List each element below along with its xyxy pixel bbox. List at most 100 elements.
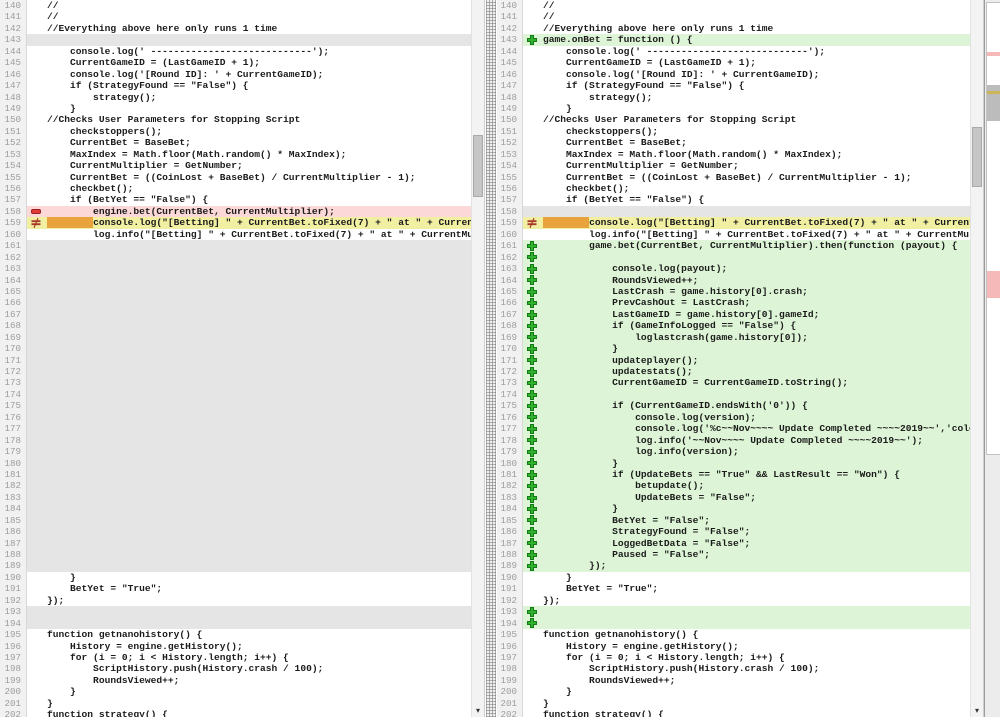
left-code-line-184[interactable]: 184 [0,503,471,514]
left-code-line-198[interactable]: 198 ScriptHistory.push(History.crash / 1… [0,663,471,674]
right-scrollbar-thumb[interactable] [972,127,982,187]
right-code-line-175[interactable]: 175 if (CurrentGameID.endsWith('0')) { [497,400,970,411]
right-code-line-162[interactable]: 162 [497,252,970,263]
location-overview-panel[interactable] [986,2,1000,455]
right-code-line-189[interactable]: 189 }); [497,560,970,571]
left-code-line-175[interactable]: 175 [0,400,471,411]
left-code-line-172[interactable]: 172 [0,366,471,377]
location-overview-pane[interactable] [984,0,1000,717]
left-vertical-scrollbar[interactable]: ▾ [471,0,485,717]
right-code-line-155[interactable]: 155 CurrentBet = ((CoinLost + BaseBet) /… [497,172,970,183]
left-code-line-155[interactable]: 155 CurrentBet = ((CoinLost + BaseBet) /… [0,172,471,183]
right-code-line-179[interactable]: 179 log.info(version); [497,446,970,457]
right-code-line-160[interactable]: 160 log.info("[Betting] " + CurrentBet.t… [497,229,970,240]
left-code-line-147[interactable]: 147 if (StrategyFound == "False") { [0,80,471,91]
left-code-line-167[interactable]: 167 [0,309,471,320]
left-code-line-143[interactable]: 143 [0,34,471,45]
left-code-line-189[interactable]: 189 [0,560,471,571]
left-code-line-152[interactable]: 152 CurrentBet = BaseBet; [0,137,471,148]
left-code-line-200[interactable]: 200 } [0,686,471,697]
left-code-line-196[interactable]: 196 History = engine.getHistory(); [0,641,471,652]
left-code-line-163[interactable]: 163 [0,263,471,274]
right-code-line-159[interactable]: 159 console.log("[Betting] " + CurrentBe… [497,217,970,228]
right-code-line-145[interactable]: 145 CurrentGameID = (LastGameID + 1); [497,57,970,68]
changed-line-mark[interactable] [987,91,1000,94]
left-code-line-149[interactable]: 149 } [0,103,471,114]
left-code-line-142[interactable]: 142//Everything above here only runs 1 t… [0,23,471,34]
right-code-line-167[interactable]: 167 LastGameID = game.history[0].gameId; [497,309,970,320]
right-code-line-150[interactable]: 150//Checks User Parameters for Stopping… [497,114,970,125]
right-code-line-184[interactable]: 184 } [497,503,970,514]
left-code-line-141[interactable]: 141// [0,11,471,22]
left-code-line-199[interactable]: 199 RoundsViewed++; [0,675,471,686]
right-code-line-177[interactable]: 177 console.log('%c~~Nov~~~~ Update Comp… [497,423,970,434]
left-code-line-140[interactable]: 140// [0,0,471,11]
right-code-line-151[interactable]: 151 checkstoppers(); [497,126,970,137]
left-code-line-202[interactable]: 202function strategy() { [0,709,471,717]
right-code-line-191[interactable]: 191 BetYet = "True"; [497,583,970,594]
right-code-line-170[interactable]: 170 } [497,343,970,354]
left-code-line-165[interactable]: 165 [0,286,471,297]
right-code-line-148[interactable]: 148 strategy(); [497,92,970,103]
left-code-line-191[interactable]: 191 BetYet = "True"; [0,583,471,594]
left-code-line-146[interactable]: 146 console.log('[Round ID]: ' + Current… [0,69,471,80]
left-code-line-159[interactable]: 159 console.log("[Betting] " + CurrentBe… [0,217,471,228]
right-code-line-168[interactable]: 168 if (GameInfoLogged == "False") { [497,320,970,331]
right-code-line-182[interactable]: 182 betupdate(); [497,480,970,491]
right-vertical-scrollbar[interactable]: ▾ [970,0,984,717]
left-code-line-180[interactable]: 180 [0,458,471,469]
left-code-line-177[interactable]: 177 [0,423,471,434]
right-code-line-164[interactable]: 164 RoundsViewed++; [497,275,970,286]
right-code-line-185[interactable]: 185 BetYet = "False"; [497,515,970,526]
left-code-line-188[interactable]: 188 [0,549,471,560]
right-code-line-142[interactable]: 142//Everything above here only runs 1 t… [497,23,970,34]
right-code-line-149[interactable]: 149 } [497,103,970,114]
right-scrollbar-down-arrow[interactable]: ▾ [971,704,983,717]
left-code-line-195[interactable]: 195function getnanohistory() { [0,629,471,640]
right-code-line-147[interactable]: 147 if (StrategyFound == "False") { [497,80,970,91]
right-code-line-194[interactable]: 194 [497,618,970,629]
left-code-line-154[interactable]: 154 CurrentMultiplier = GetNumber; [0,160,471,171]
left-code-line-201[interactable]: 201} [0,698,471,709]
left-code-line-193[interactable]: 193 [0,606,471,617]
left-code-line-192[interactable]: 192}); [0,595,471,606]
right-code-line-201[interactable]: 201} [497,698,970,709]
left-code-line-162[interactable]: 162 [0,252,471,263]
right-code-line-180[interactable]: 180 } [497,458,970,469]
right-code-line-178[interactable]: 178 log.info('~~Nov~~~~ Update Completed… [497,435,970,446]
right-code-line-181[interactable]: 181 if (UpdateBets == "True" && LastResu… [497,469,970,480]
left-code-line-164[interactable]: 164 [0,275,471,286]
left-scrollbar-thumb[interactable] [473,135,483,197]
right-code-line-141[interactable]: 141// [497,11,970,22]
right-code-line-193[interactable]: 193 [497,606,970,617]
right-code-line-157[interactable]: 157 if (BetYet == "False") { [497,194,970,205]
right-code-line-154[interactable]: 154 CurrentMultiplier = GetNumber; [497,160,970,171]
left-code-line-185[interactable]: 185 [0,515,471,526]
right-code-line-153[interactable]: 153 MaxIndex = Math.floor(Math.random() … [497,149,970,160]
left-code-line-166[interactable]: 166 [0,297,471,308]
left-code-line-158[interactable]: 158 engine.bet(CurrentBet, CurrentMultip… [0,206,471,217]
right-code-line-172[interactable]: 172 updatestats(); [497,366,970,377]
right-code-line-199[interactable]: 199 RoundsViewed++; [497,675,970,686]
left-code-line-170[interactable]: 170 [0,343,471,354]
difference-mark[interactable] [987,271,1000,298]
left-code-line-176[interactable]: 176 [0,412,471,423]
right-code-line-144[interactable]: 144 console.log(' ----------------------… [497,46,970,57]
left-code-line-197[interactable]: 197 for (i = 0; i < History.length; i++)… [0,652,471,663]
right-code-line-156[interactable]: 156 checkbet(); [497,183,970,194]
right-code-line-196[interactable]: 196 History = engine.getHistory(); [497,641,970,652]
left-code-line-179[interactable]: 179 [0,446,471,457]
removed-line-mark[interactable] [987,52,1000,56]
right-code-line-188[interactable]: 188 Paused = "False"; [497,549,970,560]
left-code-line-148[interactable]: 148 strategy(); [0,92,471,103]
right-code-line-166[interactable]: 166 PrevCashOut = LastCrash; [497,297,970,308]
right-code-line-146[interactable]: 146 console.log('[Round ID]: ' + Current… [497,69,970,80]
left-code-line-174[interactable]: 174 [0,389,471,400]
right-code-line-169[interactable]: 169 loglastcrash(game.history[0]); [497,332,970,343]
left-code-line-150[interactable]: 150//Checks User Parameters for Stopping… [0,114,471,125]
right-code-line-202[interactable]: 202function strategy() { [497,709,970,717]
right-code-line-161[interactable]: 161 game.bet(CurrentBet, CurrentMultipli… [497,240,970,251]
right-code-line-190[interactable]: 190 } [497,572,970,583]
right-code-line-163[interactable]: 163 console.log(payout); [497,263,970,274]
left-code-line-173[interactable]: 173 [0,377,471,388]
